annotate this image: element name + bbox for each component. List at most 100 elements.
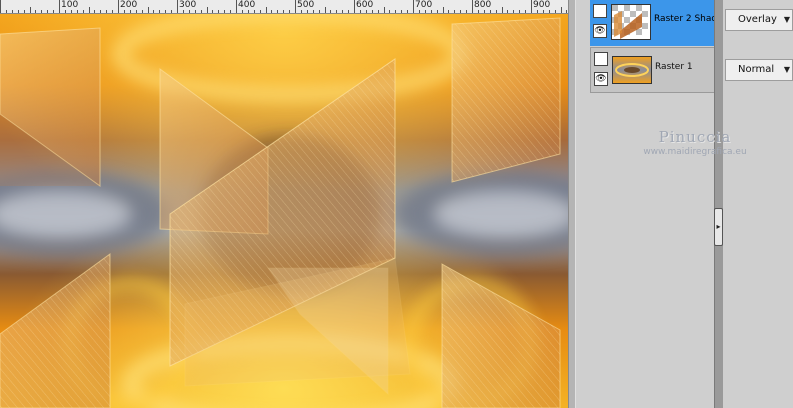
ruler-tick <box>548 10 550 13</box>
ruler-tick <box>336 10 338 13</box>
ruler-tick <box>94 10 96 13</box>
layer-row-raster-1[interactable]: 👁 Raster 1 <box>590 47 716 93</box>
chevron-down-icon: ▼ <box>783 65 790 74</box>
blend-mode-value: Overlay <box>738 14 777 25</box>
ruler-tick <box>112 10 114 13</box>
layer-name: Raster 2 Shado <box>654 14 723 24</box>
ruler-tick <box>525 10 527 13</box>
ruler-tick <box>171 10 173 13</box>
ruler-tick <box>11 10 13 13</box>
ruler-tick <box>236 0 237 13</box>
ruler-tick <box>129 10 131 13</box>
ruler-tick <box>348 10 350 13</box>
blend-mode-select-raster-1[interactable]: Normal ▼ <box>725 59 793 81</box>
ruler-tick <box>430 10 432 13</box>
ruler-tick <box>289 10 291 13</box>
ruler-tick <box>513 10 515 13</box>
ruler-tick <box>188 10 190 13</box>
ruler-tick <box>407 10 409 13</box>
ruler-tick <box>23 10 25 13</box>
ruler-tick <box>377 10 379 13</box>
ruler-tick <box>35 10 37 13</box>
ruler-tick <box>259 10 261 13</box>
layer-row-raster-2[interactable]: 👁 Raster 2 Shado <box>590 0 723 46</box>
ruler-label: 700 <box>415 0 433 10</box>
eye-icon[interactable]: 👁 <box>593 24 607 38</box>
ruler-tick <box>271 10 273 13</box>
ruler-label: 900 <box>533 0 551 10</box>
ruler-tick <box>141 10 143 13</box>
ruler-tick <box>230 10 232 13</box>
ruler-tick <box>206 7 208 13</box>
ruler-tick <box>29 7 31 13</box>
ruler-tick <box>495 10 497 13</box>
ruler-tick <box>501 7 503 13</box>
ruler-tick <box>47 10 49 13</box>
ruler-tick <box>442 7 444 13</box>
ruler-tick <box>17 10 19 13</box>
ruler-tick <box>306 10 308 13</box>
ruler-tick <box>241 10 243 13</box>
ruler-label: 400 <box>238 0 256 10</box>
ruler-tick <box>371 10 373 13</box>
chevron-down-icon: ▼ <box>783 15 790 24</box>
eye-icon[interactable]: 👁 <box>594 72 608 86</box>
canvas-artwork <box>0 14 568 408</box>
ruler-tick <box>531 0 532 13</box>
mask-icon[interactable] <box>594 52 608 66</box>
ruler-tick <box>283 10 285 13</box>
layer-thumbnail <box>611 4 651 40</box>
ruler-tick <box>253 10 255 13</box>
ruler-label: 100 <box>61 0 79 10</box>
watermark: Pinuccia www.maidiregrafica.eu <box>620 128 770 157</box>
horizontal-ruler: 100 200 300 400 500 600 700 800 900 <box>0 0 568 14</box>
ruler-tick <box>218 10 220 13</box>
ruler-tick <box>165 10 167 13</box>
chevron-right-icon[interactable]: ▸ <box>714 208 723 246</box>
ruler-tick <box>147 7 149 13</box>
ruler-tick <box>295 0 296 13</box>
panel-splitter[interactable] <box>568 0 576 408</box>
ruler-tick <box>106 10 108 13</box>
ruler-tick <box>554 10 556 13</box>
ruler-label: 200 <box>120 0 138 10</box>
ruler-tick <box>100 10 102 13</box>
watermark-url: www.maidiregrafica.eu <box>643 147 747 157</box>
ruler-tick <box>436 10 438 13</box>
ruler-tick <box>224 10 226 13</box>
ruler-tick <box>194 10 196 13</box>
ruler-tick <box>418 10 420 13</box>
blend-mode-select-raster-2[interactable]: Overlay ▼ <box>725 9 793 31</box>
ruler-tick <box>153 10 155 13</box>
ruler-tick <box>477 10 479 13</box>
ruler-tick <box>312 10 314 13</box>
ruler-label: 600 <box>356 0 374 10</box>
ruler-tick <box>489 10 491 13</box>
ruler-tick <box>64 10 66 13</box>
ruler-tick <box>76 10 78 13</box>
mask-icon[interactable] <box>593 4 607 18</box>
ruler-tick <box>59 0 60 13</box>
ruler-tick <box>519 10 521 13</box>
ruler-tick <box>460 10 462 13</box>
ruler-tick <box>424 10 426 13</box>
ruler-tick <box>88 7 90 13</box>
thumbnail-swirl-art <box>613 57 651 83</box>
ruler-tick <box>507 10 509 13</box>
panel-scrollbar[interactable] <box>714 0 723 408</box>
ruler-tick <box>389 10 391 13</box>
ruler-tick <box>123 10 125 13</box>
watermark-name: Pinuccia <box>658 128 732 146</box>
ruler-tick <box>70 10 72 13</box>
ruler-tick <box>200 10 202 13</box>
ruler-tick <box>318 10 320 13</box>
ruler-tick <box>342 10 344 13</box>
ruler-tick <box>0 0 1 13</box>
layer-thumbnail <box>612 56 652 84</box>
ruler-tick <box>542 10 544 13</box>
ruler-tick <box>277 10 279 13</box>
image-canvas[interactable] <box>0 14 568 408</box>
ruler-tick <box>401 10 403 13</box>
ruler-tick <box>472 0 473 13</box>
ruler-tick <box>118 0 119 13</box>
